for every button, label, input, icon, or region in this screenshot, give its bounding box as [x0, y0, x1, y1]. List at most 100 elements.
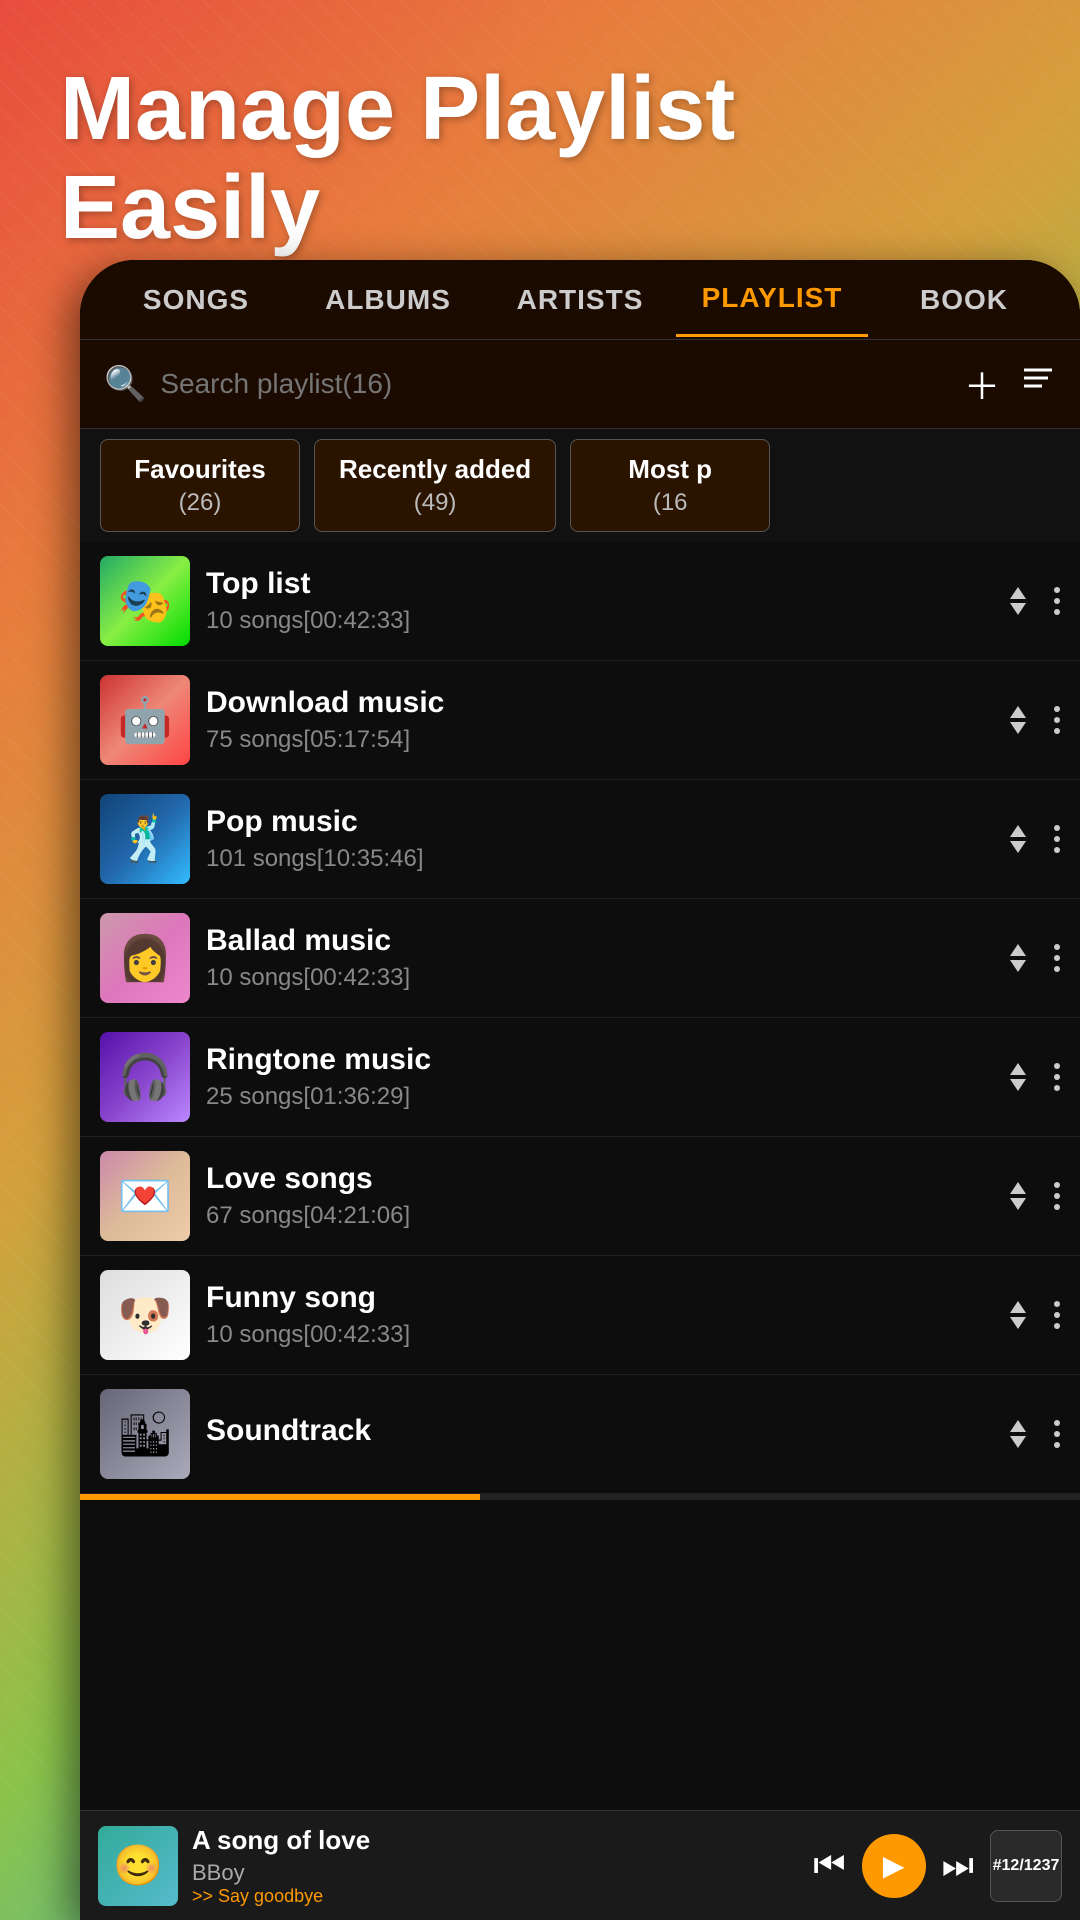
chip-most-played-count: (16: [595, 489, 745, 517]
playlist-name-love: Love songs: [206, 1162, 984, 1196]
playlist-info-soundtrack: Soundtrack: [206, 1414, 984, 1454]
prev-button[interactable]: ⏮: [813, 1844, 845, 1887]
search-input[interactable]: [160, 368, 950, 400]
add-playlist-button[interactable]: ＋: [964, 358, 1000, 410]
playlist-thumb-toplist: [100, 556, 190, 646]
playlist-name-toplist: Top list: [206, 567, 984, 601]
playlist-item-funny[interactable]: Funny song 10 songs[00:42:33]: [80, 1256, 1080, 1375]
sort-button-pop[interactable]: [1000, 821, 1036, 857]
chip-recently-added-count: (49): [339, 489, 531, 517]
playlist-list: Top list 10 songs[00:42:33]: [80, 542, 1080, 1500]
playlist-info-funny: Funny song 10 songs[00:42:33]: [206, 1281, 984, 1349]
phone-frame: SONGS ALBUMS ARTISTS PLAYLIST BOOK 🔍 ＋: [80, 260, 1080, 1920]
tabs-row: SONGS ALBUMS ARTISTS PLAYLIST BOOK: [80, 260, 1080, 340]
queue-button[interactable]: #12/1237: [990, 1830, 1062, 1902]
search-bar: 🔍 ＋: [80, 340, 1080, 429]
playlist-meta-download: 75 songs[05:17:54]: [206, 726, 984, 754]
next-button[interactable]: ⏭: [942, 1844, 974, 1887]
queue-label: #12/1237: [993, 1857, 1060, 1875]
player-next-label: >> Say goodbye: [192, 1886, 799, 1907]
tab-book[interactable]: BOOK: [868, 264, 1060, 336]
sort-button-ringtone[interactable]: [1000, 1059, 1036, 1095]
more-button-toplist[interactable]: [1054, 587, 1060, 615]
player-artist: BBoy: [192, 1860, 799, 1886]
playlist-info-love: Love songs 67 songs[04:21:06]: [206, 1162, 984, 1230]
chip-most-played[interactable]: Most p (16: [570, 439, 770, 532]
phone-screen: SONGS ALBUMS ARTISTS PLAYLIST BOOK 🔍 ＋: [80, 260, 1080, 1920]
search-actions: ＋: [964, 358, 1056, 410]
chip-favourites-count: (26): [125, 489, 275, 517]
playlist-item-ballad[interactable]: Ballad music 10 songs[00:42:33]: [80, 899, 1080, 1018]
chip-favourites-name: Favourites: [125, 454, 275, 485]
playlist-name-download: Download music: [206, 686, 984, 720]
playlist-name-ballad: Ballad music: [206, 924, 984, 958]
tab-playlist[interactable]: PLAYLIST: [676, 262, 868, 337]
more-button-soundtrack[interactable]: [1054, 1420, 1060, 1448]
playlist-thumb-download: [100, 675, 190, 765]
chips-row: Favourites (26) Recently added (49) Most…: [80, 429, 1080, 542]
more-button-love[interactable]: [1054, 1182, 1060, 1210]
playlist-thumb-ballad: [100, 913, 190, 1003]
playlist-item-pop[interactable]: Pop music 101 songs[10:35:46]: [80, 780, 1080, 899]
chip-favourites[interactable]: Favourites (26): [100, 439, 300, 532]
playlist-meta-toplist: 10 songs[00:42:33]: [206, 607, 984, 635]
more-button-pop[interactable]: [1054, 825, 1060, 853]
hero-title: Manage Playlist Easily: [60, 60, 1020, 258]
search-icon: 🔍: [104, 364, 146, 404]
playlist-actions-pop: [1000, 821, 1060, 857]
player-bar: A song of love BBoy >> Say goodbye ⏮ ▶ ⏭…: [80, 1810, 1080, 1920]
player-info: A song of love BBoy >> Say goodbye: [192, 1825, 799, 1907]
playlist-thumb-ringtone: [100, 1032, 190, 1122]
playlist-name-funny: Funny song: [206, 1281, 984, 1315]
more-button-funny[interactable]: [1054, 1301, 1060, 1329]
playlist-actions-download: [1000, 702, 1060, 738]
playlist-info-download: Download music 75 songs[05:17:54]: [206, 686, 984, 754]
playlist-meta-funny: 10 songs[00:42:33]: [206, 1321, 984, 1349]
playlist-thumb-soundtrack: [100, 1389, 190, 1479]
chip-most-played-name: Most p: [595, 454, 745, 485]
sort-button-download[interactable]: [1000, 702, 1036, 738]
playlist-item-download[interactable]: Download music 75 songs[05:17:54]: [80, 661, 1080, 780]
playlist-actions-funny: [1000, 1297, 1060, 1333]
sort-button-soundtrack[interactable]: [1000, 1416, 1036, 1452]
playlist-thumb-pop: [100, 794, 190, 884]
playlist-info-pop: Pop music 101 songs[10:35:46]: [206, 805, 984, 873]
progress-bar-fill: [80, 1494, 480, 1500]
chip-recently-added[interactable]: Recently added (49): [314, 439, 556, 532]
playlist-meta-love: 67 songs[04:21:06]: [206, 1202, 984, 1230]
playlist-name-pop: Pop music: [206, 805, 984, 839]
player-title: A song of love: [192, 1825, 799, 1856]
tab-songs[interactable]: SONGS: [100, 264, 292, 336]
sort-button-love[interactable]: [1000, 1178, 1036, 1214]
more-button-ballad[interactable]: [1054, 944, 1060, 972]
sort-button-toplist[interactable]: [1000, 583, 1036, 619]
playlist-meta-ringtone: 25 songs[01:36:29]: [206, 1083, 984, 1111]
playlist-actions-love: [1000, 1178, 1060, 1214]
playlist-meta-ballad: 10 songs[00:42:33]: [206, 964, 984, 992]
playlist-item-love[interactable]: Love songs 67 songs[04:21:06]: [80, 1137, 1080, 1256]
playlist-actions-ringtone: [1000, 1059, 1060, 1095]
playlist-item-ringtone[interactable]: Ringtone music 25 songs[01:36:29]: [80, 1018, 1080, 1137]
playlist-info-ringtone: Ringtone music 25 songs[01:36:29]: [206, 1043, 984, 1111]
more-button-download[interactable]: [1054, 706, 1060, 734]
chip-recently-added-name: Recently added: [339, 454, 531, 485]
playlist-actions-ballad: [1000, 940, 1060, 976]
playlist-name-ringtone: Ringtone music: [206, 1043, 984, 1077]
playlist-info-ballad: Ballad music 10 songs[00:42:33]: [206, 924, 984, 992]
playlist-info-toplist: Top list 10 songs[00:42:33]: [206, 567, 984, 635]
sort-options-button[interactable]: [1020, 362, 1056, 407]
more-button-ringtone[interactable]: [1054, 1063, 1060, 1091]
playlist-actions-toplist: [1000, 583, 1060, 619]
sort-button-funny[interactable]: [1000, 1297, 1036, 1333]
progress-bar: [80, 1494, 1080, 1500]
playlist-item-toplist[interactable]: Top list 10 songs[00:42:33]: [80, 542, 1080, 661]
playlist-actions-soundtrack: [1000, 1416, 1060, 1452]
playlist-thumb-funny: [100, 1270, 190, 1360]
playlist-item-soundtrack[interactable]: Soundtrack: [80, 1375, 1080, 1494]
tab-artists[interactable]: ARTISTS: [484, 264, 676, 336]
play-pause-button[interactable]: ▶: [862, 1834, 926, 1898]
tab-albums[interactable]: ALBUMS: [292, 264, 484, 336]
playlist-name-soundtrack: Soundtrack: [206, 1414, 984, 1448]
sort-button-ballad[interactable]: [1000, 940, 1036, 976]
playlist-meta-pop: 101 songs[10:35:46]: [206, 845, 984, 873]
